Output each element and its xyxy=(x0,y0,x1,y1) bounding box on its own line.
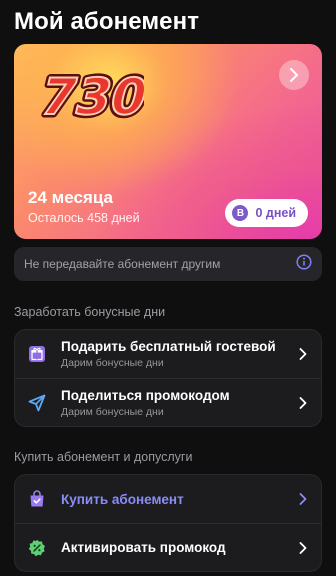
chevron-right-icon xyxy=(297,493,309,505)
item-label: Поделиться промокодом xyxy=(61,387,230,403)
share-promo-item[interactable]: Поделиться промокодом Дарим бонусные дни xyxy=(15,378,321,426)
item-label: Подарить бесплатный гостевой xyxy=(61,339,276,354)
chevron-right-icon xyxy=(297,348,309,360)
chevron-right-icon xyxy=(297,396,309,409)
warning-text: Не передавайте абонемент другим xyxy=(24,257,221,271)
subscription-card[interactable]: 730 730 24 месяца Осталось 458 дней B 0 … xyxy=(14,44,322,239)
bonus-icon: B xyxy=(232,205,249,221)
logo: 730 730 xyxy=(31,64,157,131)
svg-text:730: 730 xyxy=(35,68,144,126)
section-title-buy: Купить абонемент и допуслуги xyxy=(14,450,193,464)
days-remaining: Осталось 458 дней xyxy=(28,211,140,225)
page-title: Мой абонемент xyxy=(14,8,200,35)
buy-subscription-item[interactable]: Купить абонемент xyxy=(15,475,321,523)
bonus-days-button[interactable]: B 0 дней xyxy=(225,199,308,227)
bonus-days-count: 0 дней xyxy=(255,206,296,220)
warning-banner: Не передавайте абонемент другим xyxy=(14,247,322,281)
chevron-right-icon xyxy=(297,541,309,554)
promo-tag-icon xyxy=(27,538,47,558)
item-subtitle: Дарим бонусные дни xyxy=(61,357,164,369)
shopping-bag-icon xyxy=(27,489,47,509)
chevron-right-icon xyxy=(290,68,298,82)
section-title-bonus: Заработать бонусные дни xyxy=(14,305,166,319)
item-label: Купить абонемент xyxy=(61,491,184,507)
subscription-duration: 24 месяца xyxy=(28,188,113,207)
item-subtitle: Дарим бонусные дни xyxy=(61,405,164,418)
activate-promo-item[interactable]: Активировать промокод xyxy=(15,523,321,571)
item-label: Активировать промокод xyxy=(61,540,226,555)
card-open-button[interactable] xyxy=(279,60,309,90)
gift-icon xyxy=(27,344,47,364)
gift-guest-pass-item[interactable]: Подарить бесплатный гостевой Дарим бонус… xyxy=(15,330,321,378)
bonus-list: Подарить бесплатный гостевой Дарим бонус… xyxy=(14,329,322,427)
send-icon xyxy=(27,393,47,413)
buy-list: Купить абонемент Активировать промокод xyxy=(14,474,322,572)
info-icon[interactable] xyxy=(296,253,312,275)
